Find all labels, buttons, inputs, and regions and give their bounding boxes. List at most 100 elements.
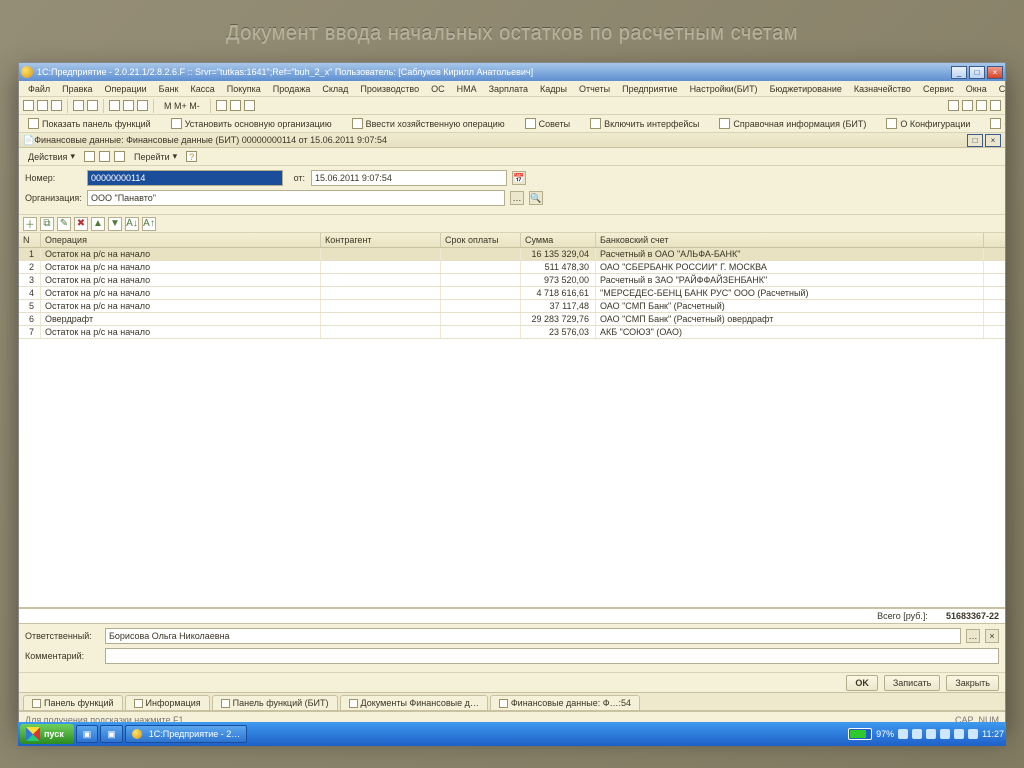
window-tab[interactable]: Финансовые данные: Ф…:54 [490,695,640,710]
responsible-select-button[interactable]: … [966,629,980,643]
delete-row-button[interactable]: ✖ [74,217,88,231]
table-row[interactable]: 5Остаток на р/с на начало37 117,48ОАО "С… [19,300,1005,313]
edit-row-button[interactable]: ✎ [57,217,71,231]
add-row-button[interactable]: ＋ [23,217,37,231]
move-down-button[interactable]: ▼ [108,217,122,231]
doc-restore-button[interactable]: □ [967,134,983,147]
menu-item[interactable]: Сервис [918,84,959,94]
tray-icon[interactable] [968,729,978,739]
window-titlebar[interactable]: 1С:Предприятие - 2.0.21.1/2.8.2.6.F :: S… [19,63,1005,81]
toolbar-icon[interactable] [87,100,98,111]
menu-item[interactable]: Кадры [535,84,572,94]
tb-mplus[interactable]: M M+ M- [159,99,205,113]
toolbar-icon[interactable] [137,100,148,111]
close-button[interactable]: × [987,66,1003,79]
col-bank[interactable]: Банковский счет [596,233,984,247]
toolbar-icon[interactable] [23,100,34,111]
col-n[interactable]: N [19,233,41,247]
date-picker-button[interactable]: 📅 [512,171,526,185]
toolbar-icon[interactable] [37,100,48,111]
window-tab[interactable]: Информация [125,695,210,710]
toolbar-button[interactable]: Советы [520,116,575,131]
menu-item[interactable]: Бюджетирование [765,84,847,94]
start-button[interactable]: пуск [20,724,74,744]
tray-icon[interactable] [926,729,936,739]
toolbar-icon[interactable] [73,100,84,111]
grid-blank[interactable] [19,339,1005,607]
menu-item[interactable]: Операции [100,84,152,94]
menu-item[interactable]: Казначейство [849,84,916,94]
doc-close-button[interactable]: × [985,134,1001,147]
toolbar-icon[interactable] [990,100,1001,111]
quicklaunch-icon[interactable]: ▣ [100,725,123,743]
col-op[interactable]: Операция [41,233,321,247]
menu-item[interactable]: Покупка [222,84,266,94]
table-row[interactable]: 7Остаток на р/с на начало23 576,03АКБ "С… [19,326,1005,339]
menu-item[interactable]: Отчеты [574,84,615,94]
menu-item[interactable]: НМА [452,84,482,94]
toolbar-icon[interactable] [109,100,120,111]
col-contragent[interactable]: Контрагент [321,233,441,247]
org-input[interactable]: ООО "Панавто" [87,190,505,206]
window-tab[interactable]: Панель функций [23,695,123,710]
toolbar-button[interactable]: Установить основную организацию [166,116,337,131]
menu-item[interactable]: Окна [961,84,992,94]
tray-icon[interactable] [954,729,964,739]
toolbar-icon[interactable] [230,100,241,111]
toolbar-icon[interactable] [962,100,973,111]
table-row[interactable]: 4Остаток на р/с на начало4 718 616,61"МЕ… [19,287,1005,300]
menu-item[interactable]: Справка [994,84,1005,94]
menu-item[interactable]: Банк [154,84,184,94]
task-1c-button[interactable]: 1С:Предприятие - 2… [125,725,247,743]
toolbar-icon[interactable] [216,100,227,111]
tray-icon[interactable] [940,729,950,739]
responsible-clear-button[interactable]: × [985,629,999,643]
ok-button[interactable]: OK [846,675,878,691]
goto-button[interactable]: Перейти ▾ [129,149,182,164]
responsible-input[interactable]: Борисова Ольга Николаевна [105,628,961,644]
window-tab[interactable]: Документы Финансовые д… [340,695,488,710]
org-open-button[interactable]: 🔍 [529,191,543,205]
date-input[interactable]: 15.06.2011 9:07:54 [311,170,507,186]
data-grid[interactable]: N Операция Контрагент Срок оплаты Сумма … [19,233,1005,608]
menu-item[interactable]: Продажа [268,84,316,94]
menu-item[interactable]: Настройки(БИТ) [685,84,763,94]
menu-item[interactable]: Склад [317,84,353,94]
clock[interactable]: 11:27 [982,729,1004,739]
toolbar-icon[interactable] [99,151,110,162]
toolbar-button[interactable]: Показать панель функций [23,116,156,131]
taskbar[interactable]: пуск ▣ ▣ 1С:Предприятие - 2… 97% 11:27 [18,722,1006,746]
tray-icon[interactable] [912,729,922,739]
org-select-button[interactable]: … [510,191,524,205]
col-date[interactable]: Срок оплаты [441,233,521,247]
quicklaunch-icon[interactable]: ▣ [76,725,99,743]
sort-asc-button[interactable]: A↓ [125,217,139,231]
help-icon[interactable]: ? [186,151,197,162]
toolbar-icon[interactable] [123,100,134,111]
toolbar-button[interactable]: О Конфигурации [881,116,975,131]
menu-item[interactable]: Зарплата [484,84,533,94]
toolbar-icon[interactable] [51,100,62,111]
toolbar-button[interactable]: Ввести хозяйственную операцию [347,116,510,131]
toolbar-icon[interactable] [114,151,125,162]
toolbar-icon[interactable] [976,100,987,111]
number-input[interactable]: 00000000114 [87,170,283,186]
menu-item[interactable]: Предприятие [617,84,682,94]
sort-desc-button[interactable]: A↑ [142,217,156,231]
table-row[interactable]: 1Остаток на р/с на начало16 135 329,04Ра… [19,248,1005,261]
minimize-button[interactable]: _ [951,66,967,79]
toolbar-icon[interactable] [84,151,95,162]
table-row[interactable]: 2Остаток на р/с на начало511 478,30ОАО "… [19,261,1005,274]
window-tab[interactable]: Панель функций (БИТ) [212,695,338,710]
toolbar-button[interactable]: Система лицензирования [985,116,1005,131]
actions-button[interactable]: Действия ▾ [23,149,80,164]
menu-item[interactable]: Производство [355,84,424,94]
toolbar-icon[interactable] [244,100,255,111]
move-up-button[interactable]: ▲ [91,217,105,231]
copy-row-button[interactable]: ⧉ [40,217,54,231]
comment-input[interactable] [105,648,999,664]
maximize-button[interactable]: □ [969,66,985,79]
save-button[interactable]: Записать [884,675,940,691]
close-button[interactable]: Закрыть [946,675,999,691]
table-row[interactable]: 3Остаток на р/с на начало973 520,00Расче… [19,274,1005,287]
